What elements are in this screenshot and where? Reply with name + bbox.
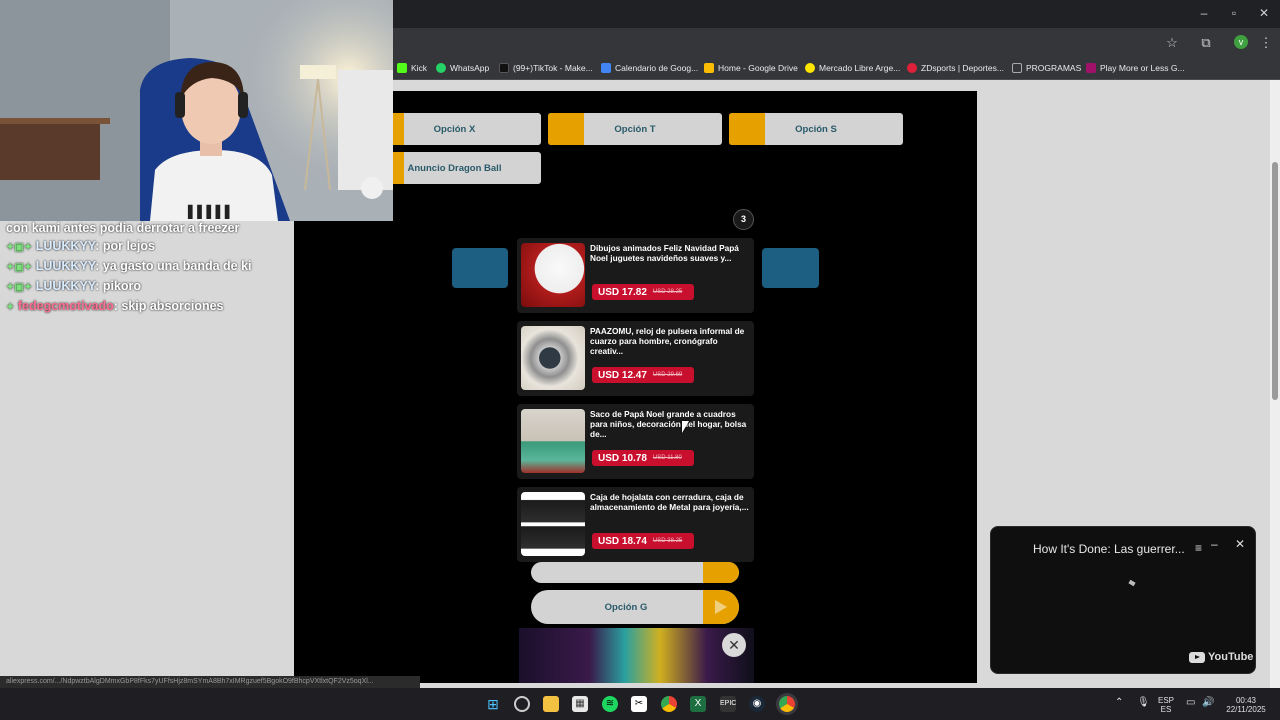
copilot-icon[interactable] xyxy=(514,696,530,712)
product-image-watch xyxy=(521,326,585,390)
game-icon xyxy=(1086,63,1096,73)
steam-icon[interactable]: ◉ xyxy=(749,696,765,712)
tiktok-icon xyxy=(499,63,509,73)
svg-text:▌▌▌▌▌: ▌▌▌▌▌ xyxy=(187,204,234,219)
option-x-button[interactable]: Opción X xyxy=(368,113,541,145)
option-g-button[interactable]: Opción G xyxy=(531,590,739,624)
epic-games-icon[interactable]: EPIC xyxy=(720,696,736,712)
miniplayer-title: How It's Done: Las guerrer... xyxy=(1033,542,1185,556)
chat-message: ✦ fedegcmotivado: skip absorciones xyxy=(6,299,224,313)
ad-card[interactable]: Saco de Papá Noel grande a cuadros para … xyxy=(517,404,754,479)
bookmark-folder-programas[interactable]: PROGRAMAS xyxy=(1012,60,1081,76)
bookmark-tiktok[interactable]: (99+)TikTok - Make... xyxy=(499,60,593,76)
banner-ad-image[interactable] xyxy=(519,628,754,683)
option-dragon-ball-ad-button[interactable]: Anuncio Dragon Ball xyxy=(368,152,541,184)
option-s-button[interactable]: Opción S xyxy=(729,113,903,145)
volume-icon[interactable]: 🔊 xyxy=(1202,698,1214,708)
clock[interactable]: 00:43 22/11/2025 xyxy=(1226,696,1266,714)
chat-badges-icon: ✦▣✦ xyxy=(6,242,33,253)
youtube-miniplayer[interactable]: How It's Done: Las guerrer... ≡ – ✕ YouT… xyxy=(990,526,1256,674)
chat-badges-icon: ✦ xyxy=(6,302,15,313)
language-indicator[interactable]: ESP ES xyxy=(1158,696,1174,714)
extensions-icon[interactable]: ⧉ xyxy=(1197,34,1215,52)
network-icon[interactable]: ▭ xyxy=(1186,698,1195,708)
more-menu-icon[interactable]: ⋮ xyxy=(1257,34,1275,52)
minimize-player-icon[interactable]: – xyxy=(1211,537,1218,551)
microphone-icon[interactable]: 🎙 xyxy=(1137,698,1150,708)
blue-panel-left xyxy=(452,248,508,288)
price-tag: USD 10.78 USD 11.80 xyxy=(592,450,694,466)
ad-card[interactable]: Dibujos animados Feliz Navidad Papá Noel… xyxy=(517,238,754,313)
chrome-icon[interactable] xyxy=(661,696,677,712)
tray-overflow-icon[interactable]: ⌃ xyxy=(1115,698,1123,708)
ad-count-badge: 3 xyxy=(733,209,754,230)
bookmark-calendar[interactable]: Calendario de Goog... xyxy=(601,60,698,76)
webcam-overlay: ▌▌▌▌▌ xyxy=(0,0,393,221)
price-tag: USD 18.74 USD 38.25 xyxy=(592,533,694,549)
chrome-active-icon[interactable] xyxy=(779,696,795,712)
calendar-icon xyxy=(601,63,611,73)
option-t-button[interactable]: Opción T xyxy=(548,113,722,145)
close-window-icon[interactable]: ✕ xyxy=(1254,6,1274,20)
screen: – ▫ ✕ ☆ ⧉ v ⋮ Kick WhatsApp (99+)TikTok … xyxy=(0,0,1280,720)
bookmark-kick[interactable]: Kick xyxy=(397,60,427,76)
drive-icon xyxy=(704,63,714,73)
close-player-icon[interactable]: ✕ xyxy=(1235,537,1245,551)
stream-chat: con kami antes podia derrotar a freezer … xyxy=(6,219,296,317)
chat-badges-icon: ✦▣✦ xyxy=(6,262,33,273)
chat-message: con kami antes podia derrotar a freezer xyxy=(6,221,240,235)
link-status-bar: aliexpress.com/.../NdpwztbAlgDMmxGbP8fFk… xyxy=(0,676,420,688)
whatsapp-icon xyxy=(436,63,446,73)
ad-card[interactable]: Caja de hojalata con cerradura, caja de … xyxy=(517,487,754,562)
star-icon[interactable]: ☆ xyxy=(1163,34,1181,52)
product-image-metal-box xyxy=(521,492,585,556)
bookmark-mercadolibre[interactable]: Mercado Libre Arge... xyxy=(805,60,900,76)
loading-spinner-icon xyxy=(1128,579,1136,587)
maximize-icon[interactable]: ▫ xyxy=(1224,6,1244,20)
profile-avatar[interactable]: v xyxy=(1234,35,1248,49)
ad-card[interactable]: PAAZOMU, reloj de pulsera informal de cu… xyxy=(517,321,754,396)
option-partial-button[interactable] xyxy=(531,562,739,583)
excel-icon[interactable]: X xyxy=(690,696,706,712)
bookmark-whatsapp[interactable]: WhatsApp xyxy=(436,60,489,76)
mouse-cursor-icon xyxy=(682,421,689,433)
windows-start-icon[interactable]: ⊞ xyxy=(485,696,501,712)
folder-icon xyxy=(1012,63,1022,73)
product-image-santa-plush xyxy=(521,243,585,307)
mercadolibre-icon xyxy=(805,63,815,73)
product-image-santa-sack xyxy=(521,409,585,473)
capcut-icon[interactable]: ✂ xyxy=(631,696,647,712)
play-arrow-icon xyxy=(715,600,727,614)
chat-message: ✦▣✦ LUUKKYY: por lejos xyxy=(6,239,155,253)
bookmark-drive[interactable]: Home - Google Drive xyxy=(704,60,798,76)
youtube-logo[interactable]: YouTube xyxy=(1189,651,1253,663)
microsoft-store-icon[interactable]: ▦ xyxy=(572,696,588,712)
spotify-icon[interactable]: ≋ xyxy=(602,696,618,712)
bookmark-playmoreorless[interactable]: Play More or Less G... xyxy=(1086,60,1185,76)
chat-message: ✦▣✦ LUUKKYY: ya gasto una banda de ki xyxy=(6,259,252,273)
zdsports-icon xyxy=(907,63,917,73)
scrollbar-thumb[interactable] xyxy=(1272,162,1278,400)
bookmark-zdsports[interactable]: ZDsports | Deportes... xyxy=(907,60,1004,76)
minimize-icon[interactable]: – xyxy=(1194,6,1214,20)
chat-badges-icon: ✦▣✦ xyxy=(6,282,33,293)
file-explorer-icon[interactable] xyxy=(543,696,559,712)
blue-panel-right xyxy=(762,248,819,288)
queue-icon[interactable]: ≡ xyxy=(1195,541,1202,555)
price-tag: USD 12.47 USD 29.69 xyxy=(592,367,694,383)
price-tag: USD 17.82 USD 28.25 xyxy=(592,284,694,300)
streamer-webcam-image: ▌▌▌▌▌ xyxy=(0,0,393,221)
page-scrollbar[interactable] xyxy=(1270,80,1280,688)
kick-icon xyxy=(397,63,407,73)
chat-message: ✦▣✦ LUUKKYY: pikoro xyxy=(6,279,142,293)
close-ad-button[interactable]: ✕ xyxy=(722,633,746,657)
youtube-play-icon xyxy=(1189,651,1205,663)
